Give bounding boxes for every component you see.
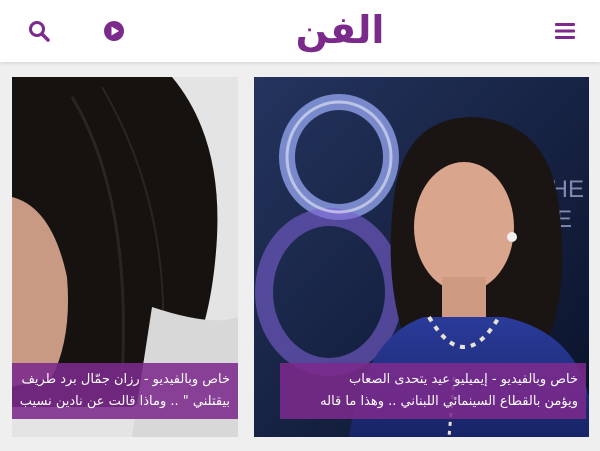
article-title-line1: خاص وبالفيديو - رزان جمّال برد طريف	[21, 372, 230, 387]
menu-icon	[555, 23, 575, 39]
article-title-line2: ويؤمن بالقطاع السينمائي اللبناني .. وهذا…	[320, 394, 578, 409]
site-logo[interactable]: الفن	[285, 2, 395, 58]
news-carousel[interactable]: THE ESE خاص وبالفيديو - إيميليو عيد يتحد…	[0, 62, 600, 451]
article-caption[interactable]: خاص وبالفيديو - رزان جمّال برد طريف بيقت…	[12, 363, 238, 419]
article-card[interactable]: THE ESE خاص وبالفيديو - إيميليو عيد يتحد…	[254, 77, 589, 437]
video-button[interactable]	[99, 16, 129, 46]
article-card[interactable]: خاص وبالفيديو - رزان جمّال برد طريف بيقت…	[12, 77, 238, 437]
site-header: الفن	[0, 0, 600, 62]
article-title-line1: خاص وبالفيديو - إيميليو عيد يتحدى الصعاب	[348, 372, 578, 387]
search-icon	[29, 21, 50, 42]
article-caption[interactable]: خاص وبالفيديو - إيميليو عيد يتحدى الصعاب…	[280, 363, 586, 419]
search-button[interactable]	[24, 16, 54, 46]
article-title-line2: بيقتلني " .. وماذا قالت عن نادين نسيب	[19, 394, 230, 409]
menu-button[interactable]	[550, 16, 580, 46]
play-icon	[104, 21, 124, 41]
